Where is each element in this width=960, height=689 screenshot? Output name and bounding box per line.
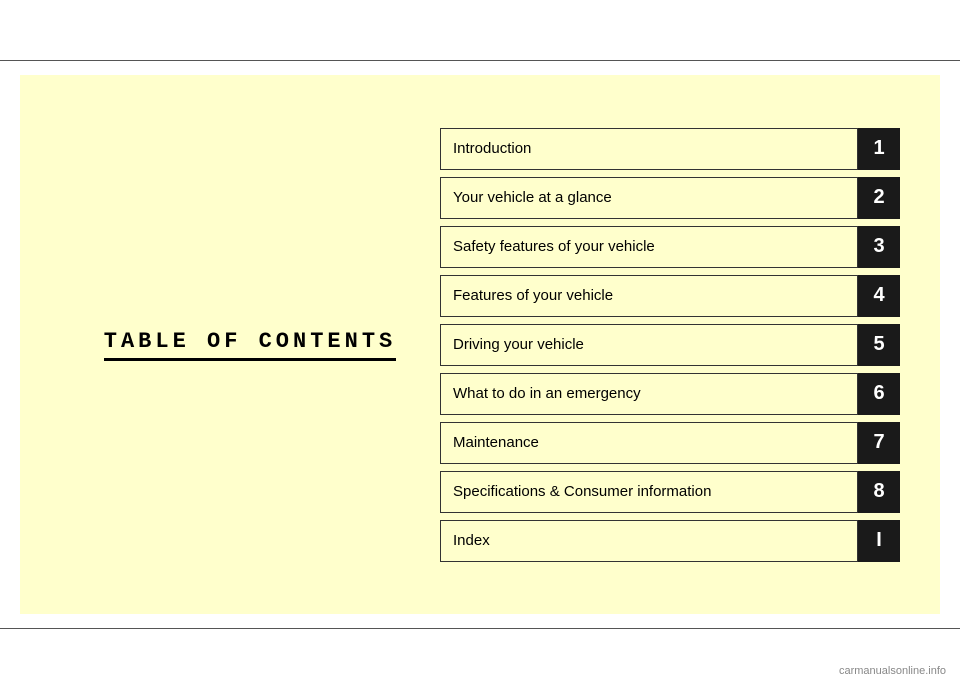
toc-label: Introduction xyxy=(440,128,858,170)
toc-number: 2 xyxy=(858,177,900,219)
toc-row[interactable]: IndexI xyxy=(440,520,900,562)
toc-row[interactable]: Specifications & Consumer information8 xyxy=(440,471,900,513)
toc-label: Index xyxy=(440,520,858,562)
toc-label: Specifications & Consumer information xyxy=(440,471,858,513)
toc-label: Safety features of your vehicle xyxy=(440,226,858,268)
toc-number: 3 xyxy=(858,226,900,268)
toc-label: Features of your vehicle xyxy=(440,275,858,317)
toc-label: Driving your vehicle xyxy=(440,324,858,366)
toc-number: 5 xyxy=(858,324,900,366)
toc-number: 4 xyxy=(858,275,900,317)
toc-list: Introduction1Your vehicle at a glance2Sa… xyxy=(440,128,900,562)
toc-row[interactable]: Driving your vehicle5 xyxy=(440,324,900,366)
watermark: carmanualsonline.info xyxy=(839,665,946,677)
toc-row[interactable]: Safety features of your vehicle3 xyxy=(440,226,900,268)
toc-row[interactable]: Features of your vehicle4 xyxy=(440,275,900,317)
toc-row[interactable]: Your vehicle at a glance2 xyxy=(440,177,900,219)
toc-row[interactable]: Introduction1 xyxy=(440,128,900,170)
toc-number: 8 xyxy=(858,471,900,513)
toc-label: What to do in an emergency xyxy=(440,373,858,415)
left-section: TABLE OF CONTENTS xyxy=(60,329,440,361)
toc-title: TABLE OF CONTENTS xyxy=(104,329,396,361)
toc-number: 1 xyxy=(858,128,900,170)
toc-row[interactable]: What to do in an emergency6 xyxy=(440,373,900,415)
toc-label: Your vehicle at a glance xyxy=(440,177,858,219)
toc-number: 7 xyxy=(858,422,900,464)
toc-number: 6 xyxy=(858,373,900,415)
toc-row[interactable]: Maintenance7 xyxy=(440,422,900,464)
bottom-divider xyxy=(0,628,960,629)
main-card: TABLE OF CONTENTS Introduction1Your vehi… xyxy=(20,75,940,614)
toc-label: Maintenance xyxy=(440,422,858,464)
toc-number: I xyxy=(858,520,900,562)
top-divider xyxy=(0,60,960,61)
